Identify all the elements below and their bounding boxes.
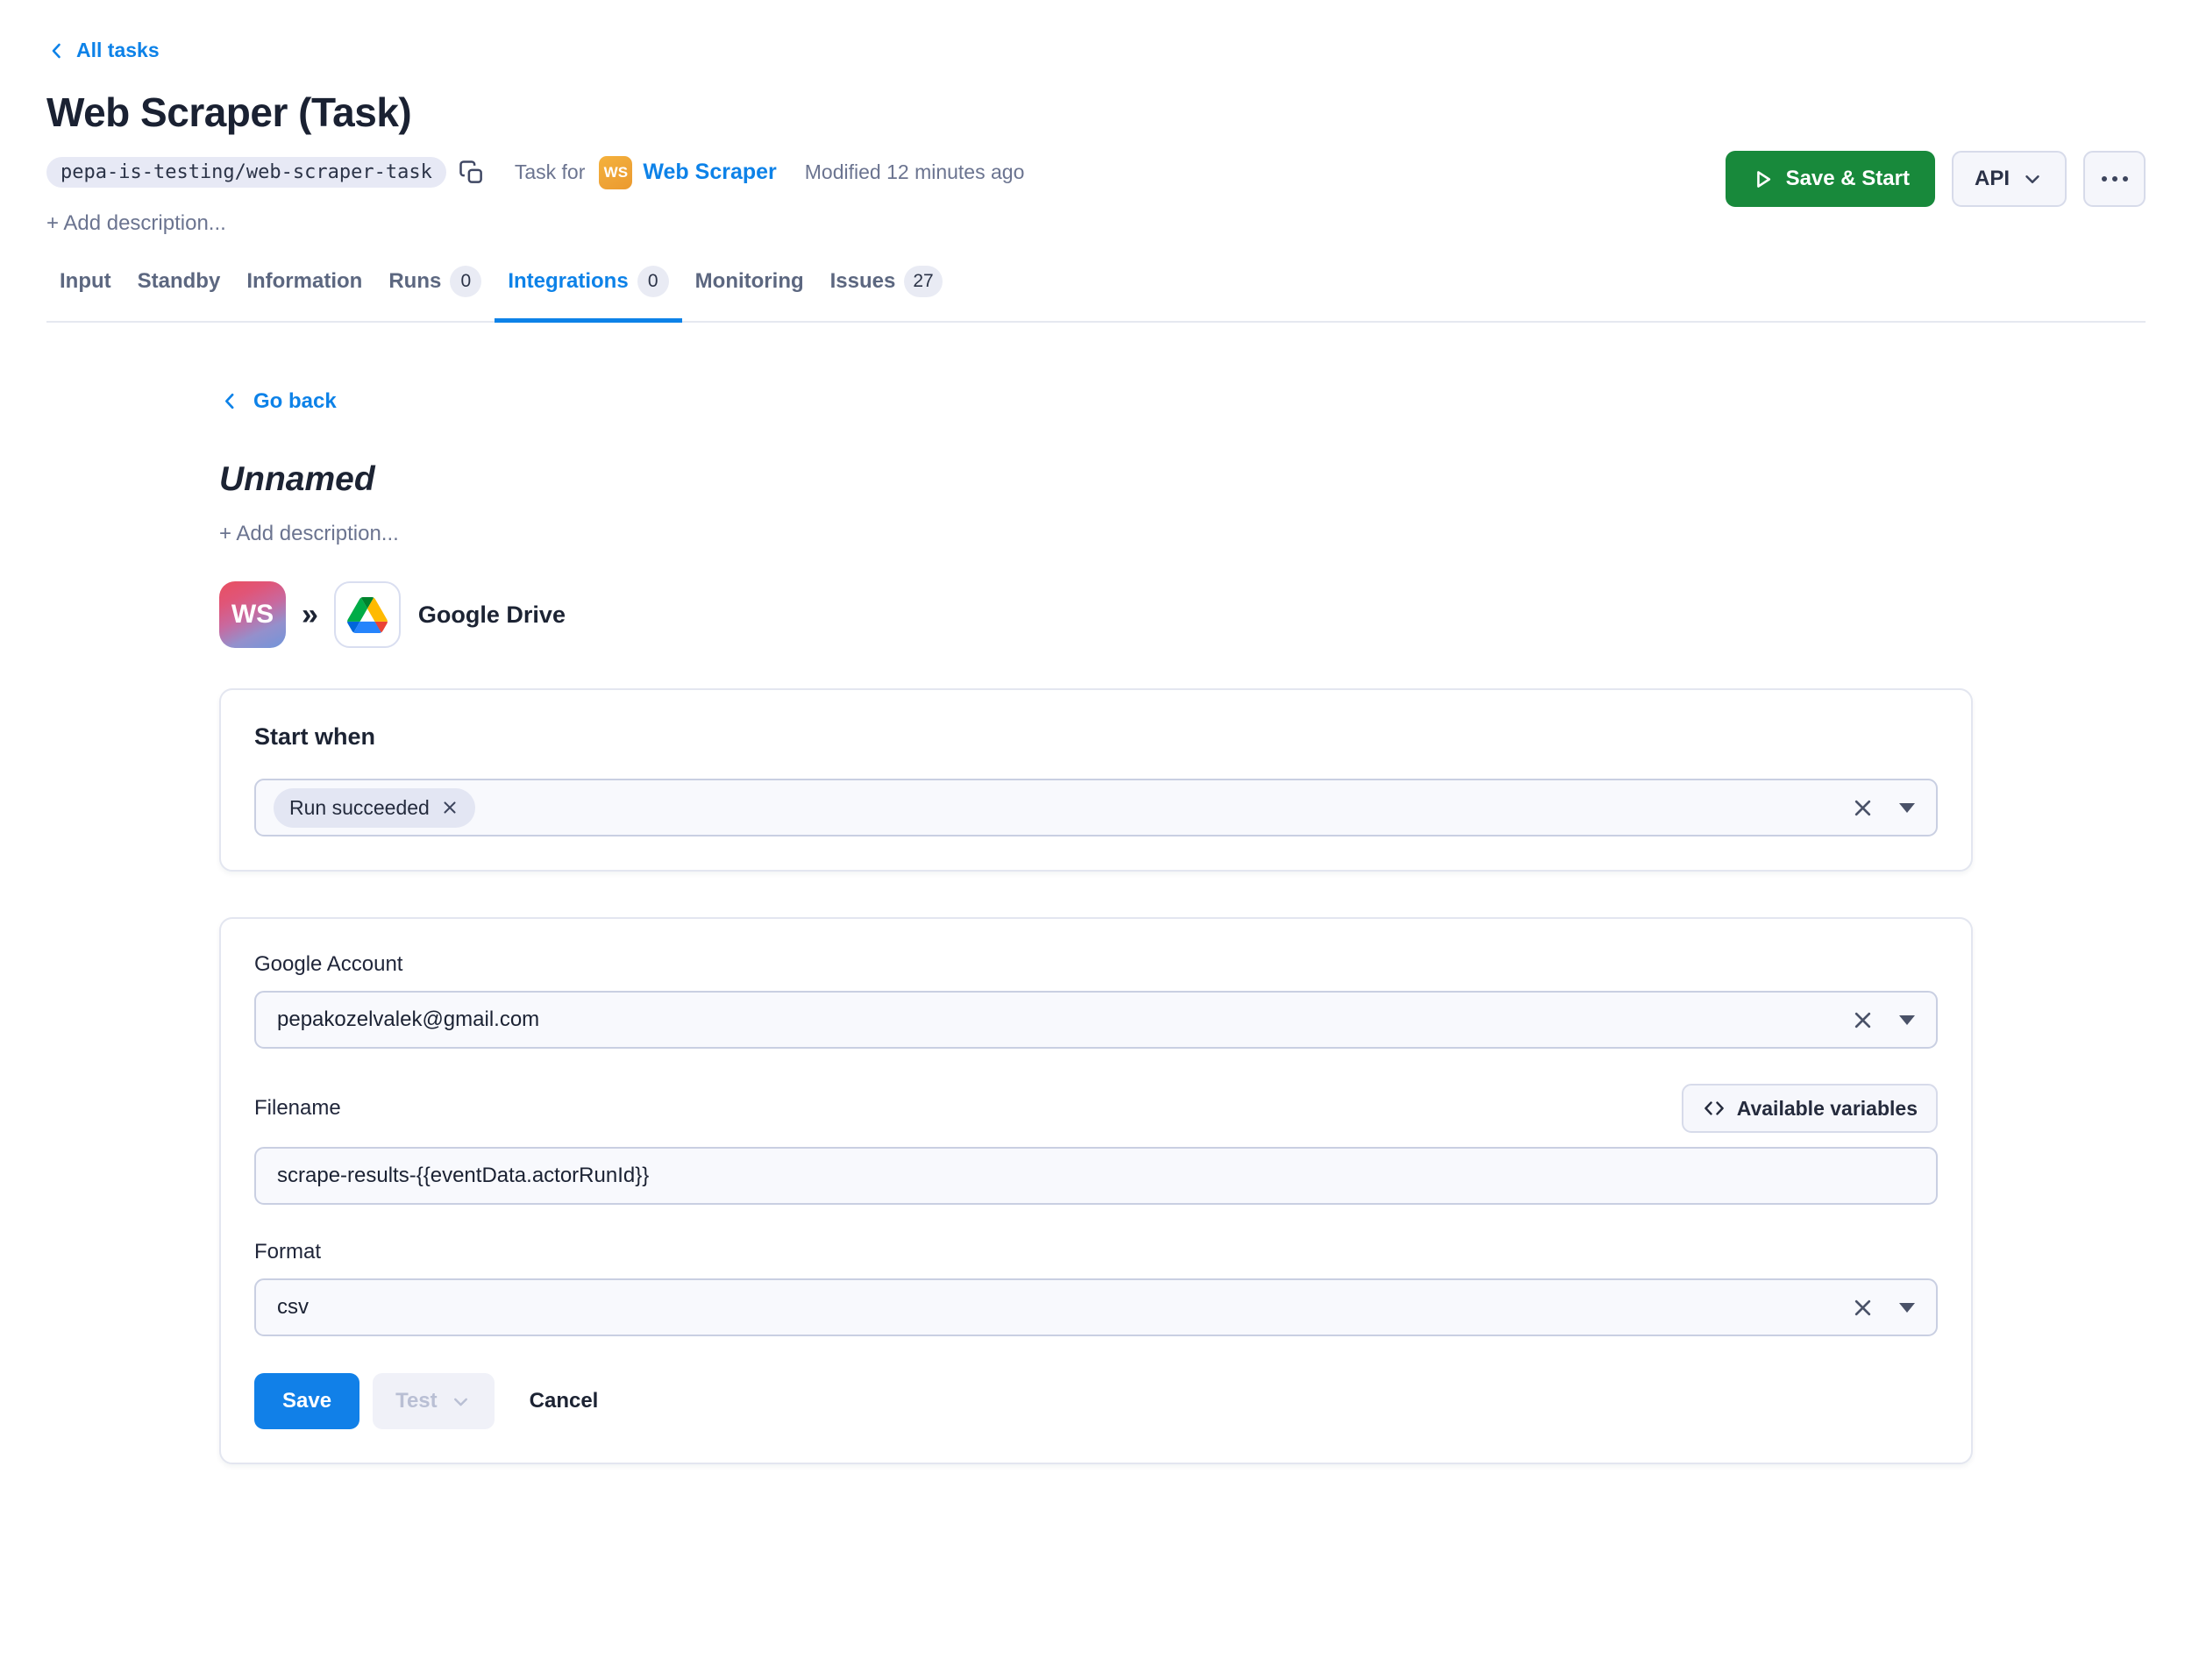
issues-count-badge: 27: [904, 266, 942, 297]
integration-detail: Go back Unnamed + Add description... WS …: [219, 323, 1973, 1465]
go-back-link[interactable]: Go back: [219, 389, 337, 414]
api-label: API: [1975, 167, 2010, 191]
all-tasks-label: All tasks: [76, 39, 160, 62]
ellipsis-icon: [2102, 176, 2128, 182]
available-variables-button[interactable]: Available variables: [1682, 1084, 1938, 1133]
integration-name: Unnamed: [219, 460, 1973, 499]
dropdown-caret-icon[interactable]: [1899, 1303, 1915, 1313]
chevron-down-icon: [2021, 167, 2044, 190]
clear-select-icon[interactable]: [1851, 1296, 1875, 1320]
page-title: Web Scraper (Task): [46, 89, 2146, 136]
copy-icon[interactable]: [459, 160, 485, 186]
dropdown-caret-icon[interactable]: [1899, 1015, 1915, 1025]
google-drive-icon: [334, 581, 401, 648]
filename-label: Filename: [254, 1096, 341, 1121]
available-variables-label: Available variables: [1737, 1097, 1918, 1121]
dropdown-caret-icon[interactable]: [1899, 803, 1915, 813]
chevron-down-icon: [450, 1391, 472, 1413]
clear-select-icon[interactable]: [1851, 796, 1875, 820]
format-value: csv: [277, 1295, 1851, 1320]
tab-input[interactable]: Input: [46, 266, 125, 323]
go-back-label: Go back: [253, 389, 337, 414]
test-button[interactable]: Test: [373, 1373, 495, 1429]
actor-ws-icon: WS: [599, 156, 632, 189]
google-account-value: pepakozelvalek@gmail.com: [277, 1007, 1851, 1032]
actor-link[interactable]: Web Scraper: [643, 160, 776, 185]
run-succeeded-tag-label: Run succeeded: [289, 796, 430, 820]
modified-timestamp: Modified 12 minutes ago: [805, 160, 1025, 184]
remove-tag-icon[interactable]: [440, 798, 459, 817]
save-button[interactable]: Save: [254, 1373, 359, 1429]
target-service-name: Google Drive: [418, 602, 566, 629]
task-for-label: Task for: [515, 160, 586, 184]
google-account-label: Google Account: [254, 952, 1938, 977]
tab-information[interactable]: Information: [233, 266, 375, 323]
integration-settings-card: Google Account pepakozelvalek@gmail.com …: [219, 917, 1973, 1464]
filename-input[interactable]: [254, 1147, 1938, 1205]
clear-select-icon[interactable]: [1851, 1008, 1875, 1032]
tab-runs[interactable]: Runs0: [375, 266, 495, 323]
code-icon: [1702, 1096, 1726, 1121]
more-options-button[interactable]: [2083, 151, 2146, 207]
cancel-button[interactable]: Cancel: [530, 1389, 599, 1413]
start-when-multiselect[interactable]: Run succeeded: [254, 779, 1938, 836]
tab-bar: Input Standby Information Runs0 Integrat…: [46, 266, 2146, 323]
integration-flow-row: WS » Google Drive: [219, 581, 1973, 648]
google-account-select[interactable]: pepakozelvalek@gmail.com: [254, 991, 1938, 1049]
tab-standby[interactable]: Standby: [125, 266, 234, 323]
tab-integrations[interactable]: Integrations0: [495, 266, 681, 323]
chevron-left-icon: [46, 40, 68, 61]
double-arrow-icon: »: [302, 598, 318, 632]
integrations-count-badge: 0: [637, 266, 669, 297]
add-description-link[interactable]: + Add description...: [46, 211, 226, 236]
page-header: All tasks Web Scraper (Task) pepa-is-tes…: [0, 0, 2192, 323]
integration-add-description-link[interactable]: + Add description...: [219, 522, 399, 546]
chevron-left-icon: [219, 390, 241, 412]
start-when-card: Start when Run succeeded: [219, 688, 1973, 872]
source-actor-ws-icon: WS: [219, 581, 286, 648]
header-actions: Save & Start API: [1726, 151, 2146, 207]
save-and-start-label: Save & Start: [1786, 167, 1910, 191]
tab-issues[interactable]: Issues27: [817, 266, 956, 323]
tab-monitoring[interactable]: Monitoring: [682, 266, 817, 323]
start-when-heading: Start when: [254, 723, 1938, 751]
all-tasks-back-link[interactable]: All tasks: [46, 39, 160, 62]
api-button[interactable]: API: [1952, 151, 2067, 207]
format-label: Format: [254, 1240, 1938, 1264]
save-and-start-button[interactable]: Save & Start: [1726, 151, 1935, 207]
task-path-badge: pepa-is-testing/web-scraper-task: [46, 157, 446, 188]
play-icon: [1751, 167, 1775, 191]
format-select[interactable]: csv: [254, 1278, 1938, 1336]
runs-count-badge: 0: [450, 266, 481, 297]
run-succeeded-tag: Run succeeded: [274, 788, 475, 828]
